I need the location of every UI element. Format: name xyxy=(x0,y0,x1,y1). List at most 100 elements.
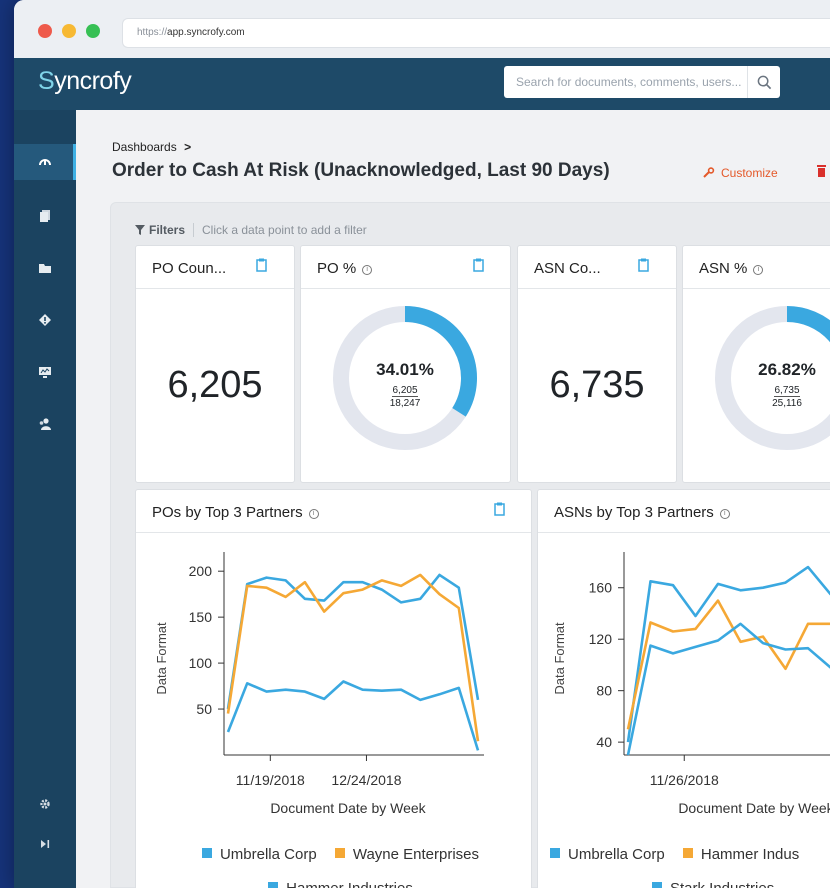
search-icon xyxy=(757,75,771,89)
y-tick-label: 100 xyxy=(189,655,213,671)
donut-denominator: 25,116 xyxy=(772,398,802,409)
chart-legend-row2: Stark Industries xyxy=(638,880,830,888)
clipboard-icon[interactable] xyxy=(638,258,649,272)
kpi-value: 6,205 xyxy=(167,364,263,406)
donut-percent: 26.82% xyxy=(758,360,816,379)
donut-denominator: 18,247 xyxy=(389,398,421,409)
app-header: Syncrofy xyxy=(14,58,830,110)
sidebar-item-folders[interactable] xyxy=(14,250,76,286)
x-tick-label: 11/19/2018 xyxy=(236,772,305,788)
y-tick-label: 40 xyxy=(596,734,612,750)
filter-icon xyxy=(135,225,145,235)
clipboard-icon[interactable] xyxy=(256,258,267,272)
syncrofy-logo[interactable]: Syncrofy xyxy=(38,67,132,96)
clipboard-icon[interactable] xyxy=(494,502,505,516)
sidebar-collapse-button[interactable] xyxy=(14,826,76,862)
chart-title: POs by Top 3 Partners i xyxy=(152,504,319,521)
series-line xyxy=(226,573,480,742)
folder-icon xyxy=(39,264,51,273)
info-icon: i xyxy=(753,265,764,275)
chart-card-asns-by-partner[interactable]: ASNs by Top 3 Partners i 40 80 120 160 11/26/… xyxy=(537,489,830,888)
legend-item[interactable]: Umbrella Corp xyxy=(220,846,317,863)
info-icon: i xyxy=(719,509,730,519)
address-bar[interactable]: https://app.syncrofy.com xyxy=(122,18,830,48)
delete-dashboard-button[interactable] xyxy=(816,164,827,182)
filters-bar[interactable]: Filters Click a data point to add a filt… xyxy=(135,223,367,237)
kpi-card-asn-percent[interactable]: ASN % i 26.82% 6,735 25,116 xyxy=(682,245,830,483)
legend-item[interactable]: Hammer Industries xyxy=(286,880,413,888)
x-tick-label: 11/26/2018 xyxy=(650,772,719,788)
url-protocol: https:// xyxy=(137,27,168,38)
clipboard-icon[interactable] xyxy=(473,258,484,272)
kpi-card-po-percent[interactable]: PO % i 34.01% 6,205 18,247 xyxy=(300,245,511,483)
filters-hint: Click a data point to add a filter xyxy=(202,223,367,237)
filters-label: Filters xyxy=(149,223,186,237)
url-host: app.syncrofy.com xyxy=(167,27,245,38)
asns-line-chart[interactable]: 40 80 120 160 11/26/2018 Document Date by Wee… xyxy=(538,534,830,824)
y-tick-label: 50 xyxy=(196,701,212,717)
info-icon: i xyxy=(308,509,319,519)
sidebar-item-alerts[interactable] xyxy=(14,302,76,338)
monitor-icon xyxy=(39,367,51,378)
customize-button[interactable]: Customize xyxy=(703,166,778,180)
alert-icon xyxy=(39,314,51,326)
sidebar-item-documents[interactable] xyxy=(14,198,76,234)
sidebar-item-users[interactable] xyxy=(14,406,76,442)
kpi-card-po-count[interactable]: PO Coun... 6,205 xyxy=(135,245,295,483)
chart-card-pos-by-partner[interactable]: POs by Top 3 Partners i 50 100 150 200 11/19/… xyxy=(135,489,532,888)
search-button[interactable] xyxy=(747,66,780,98)
x-tick-label: 12/24/2018 xyxy=(331,772,401,788)
y-tick-label: 80 xyxy=(596,683,612,699)
y-tick-label: 160 xyxy=(589,580,613,596)
users-icon xyxy=(39,418,51,430)
kpi-card-asn-count[interactable]: ASN Co... 6,735 xyxy=(517,245,677,483)
kpi-title: PO Coun... xyxy=(152,260,227,277)
search-input[interactable] xyxy=(504,66,752,98)
x-axis-label: Document Date by Week xyxy=(270,800,426,816)
series-line xyxy=(626,622,830,756)
global-search xyxy=(504,66,780,98)
wrench-icon xyxy=(703,167,715,178)
settings-icon xyxy=(40,799,50,809)
pos-line-chart[interactable]: 50 100 150 200 11/19/2018 12/24/2018 Document … xyxy=(136,534,531,824)
legend-swatch xyxy=(334,848,345,858)
page-title: Order to Cash At Risk (Unacknowledged, L… xyxy=(112,160,610,181)
x-axis-label: Document Date by Week xyxy=(678,800,830,816)
main-content: Dashboards > Order to Cash At Risk (Unac… xyxy=(76,110,830,888)
legend-swatch xyxy=(652,882,662,888)
info-icon: i xyxy=(362,265,373,275)
y-tick-label: 200 xyxy=(189,563,213,579)
legend-swatch xyxy=(268,882,279,888)
dashboard-board: Filters Click a data point to add a filt… xyxy=(110,202,830,888)
donut-center-label: 26.82% 6,735 25,116 xyxy=(737,360,830,410)
kpi-value: 6,735 xyxy=(549,364,645,406)
sidebar-item-dashboard[interactable] xyxy=(14,144,76,180)
sidebar-item-settings[interactable] xyxy=(14,786,76,822)
legend-swatch xyxy=(201,848,212,858)
breadcrumb: Dashboards > xyxy=(112,140,191,154)
kpi-title: ASN % i xyxy=(699,260,764,277)
series-line xyxy=(226,680,480,751)
maximize-window-button[interactable] xyxy=(86,24,100,38)
kpi-title: PO % i xyxy=(317,260,373,277)
donut-numerator: 6,205 xyxy=(392,385,418,397)
breadcrumb-separator: > xyxy=(184,140,192,154)
chart-legend: Umbrella Corp Wayne Enterprises xyxy=(136,846,531,863)
donut-center-label: 34.01% 6,205 18,247 xyxy=(355,360,455,410)
legend-item[interactable]: Wayne Enterprises xyxy=(353,846,479,863)
donut-numerator: 6,735 xyxy=(774,385,800,397)
kpi-title: ASN Co... xyxy=(534,260,601,277)
legend-item[interactable]: Umbrella Corp xyxy=(568,846,665,863)
browser-window: https://app.syncrofy.com Syncrofy Search… xyxy=(14,0,830,888)
legend-item[interactable]: Stark Industries xyxy=(670,880,774,888)
sidebar-item-monitor[interactable] xyxy=(14,354,76,390)
y-tick-label: 150 xyxy=(189,609,213,625)
legend-item[interactable]: Hammer Indus xyxy=(701,846,799,863)
legend-swatch xyxy=(682,848,693,858)
y-axis-label: Data Format xyxy=(552,622,567,695)
dashboard-icon xyxy=(39,159,51,166)
breadcrumb-dashboards[interactable]: Dashboards xyxy=(112,140,177,154)
series-line xyxy=(626,599,830,730)
close-window-button[interactable] xyxy=(38,24,52,38)
minimize-window-button[interactable] xyxy=(62,24,76,38)
